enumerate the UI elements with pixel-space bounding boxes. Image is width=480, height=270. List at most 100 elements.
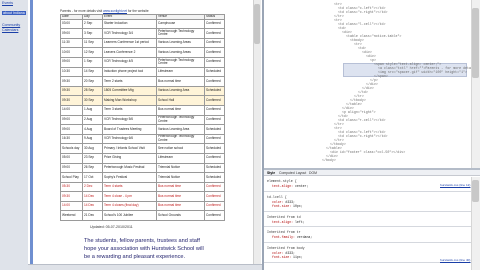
sidebar-item-calendars[interactable]: Calendars [2,28,18,32]
table-cell: Sophy's Festival [102,172,157,183]
table-cell: Confirmed [204,18,225,30]
style-property-value: verdana; [296,235,313,239]
table-cell: School's 100 Jubilee [102,210,157,222]
style-block-divider [264,226,471,227]
dom-node-line[interactable]: <td class="r-cell"></td> [338,118,385,122]
page-divider [30,0,33,270]
table-cell: Prize Giving [102,152,157,164]
table-row: 09:30 28 Sep 1805 Committee Mtg Various Lea… [60,85,225,97]
table-cell: Starter Induction [102,18,157,30]
site-sidebar [0,0,28,270]
table-cell: 20 Sep [82,76,103,87]
table-cell: 09:30 [60,85,83,97]
style-property[interactable]: font-family: verdana; [272,235,312,239]
style-property[interactable]: font-size: 11px; [272,255,303,259]
style-source-link-1[interactable]: hurstwick.css (line 12) [440,183,470,187]
table-cell: 09:00 [60,28,83,39]
style-property-value: 10px; [293,204,303,208]
table-row: 10:00 12 Sep Leavers Conference 2 Various L… [60,47,225,58]
table-row: Schools day 30 Aug Primary / Infants Schoo… [60,143,225,154]
table-cell: Term 4 closes (final day) [102,200,157,212]
updated-text: Updated: 05-07-2010/2011 [90,225,133,229]
table-cell: VCR Technology 5/6 [102,114,157,126]
table-cell: Confirmed [204,152,225,164]
table-cell: Confirmed [204,104,225,116]
table-cell: School Hall [156,95,205,106]
table-cell: Learners Conference 1st period [102,37,157,49]
table-cell: Confirmed [204,56,225,68]
table-cell: Various Learning Areas [156,37,205,49]
table-cell: Term 2 starts [102,76,157,87]
dom-tree-scrollbar-thumb[interactable] [472,8,479,78]
dom-node-line[interactable]: </body> [322,158,336,162]
dom-node-line[interactable]: <td class="c-right"></td> [338,134,387,138]
dom-node-line[interactable]: <td class="c-right"></td> [338,10,387,14]
sidebar-item-about[interactable]: about Indiana [2,11,26,15]
table-cell: Board of Trustees Meeting [102,124,157,135]
table-cell: Scheduled [204,143,225,154]
style-property-name: color [272,199,282,204]
table-cell: 12 Sep [82,47,103,58]
tab-computed[interactable]: Computed [279,171,295,175]
table-cell: Schools day [60,143,83,154]
table-row: 09:30 30 Sep Making Man Workshop School Hal… [60,95,225,106]
table-cell: Peterborough Technology Centre [156,56,205,68]
dom-node-line[interactable]: <img src="spacer.gif" width="100" height… [378,70,467,74]
table-cell: See notice school [156,143,205,154]
table-cell: 23 Sep [82,152,103,164]
table-body: 03:00 2 Sep Starter Induction Camphouse Conf… [60,18,225,222]
table-cell: Peterborough Technology Centre [156,133,205,145]
table-row: 05:00 23 Sep Prize Giving Lifestream Confirm… [60,152,225,164]
table-cell: Induction phone project tool [102,66,157,78]
table-cell: Various Learning Area [156,85,205,97]
table-cell: Bus normal time [156,76,205,87]
table-cell: 3 Sep [82,28,103,39]
style-source-link-2[interactable]: hurstwick.css (line 40) [440,258,470,262]
table-cell: Scheduled [204,172,225,183]
sidebar-item-events[interactable]: Events [2,1,13,5]
style-property-name: text-align [272,219,292,224]
table-row: 09:00 26 Sep Peterborough Music Festival Tr… [60,162,225,174]
tab-style[interactable]: Style [267,171,275,175]
table-cell: 30 Sep [82,95,103,106]
table-cell: 30 Aug [82,143,103,154]
table-cell: Bus normal time [156,200,205,212]
table-cell: Confirmed [204,47,225,58]
table-cell: Confirmed [204,95,225,106]
style-property-value: #333; [285,199,295,204]
styles-scrollbar-thumb[interactable] [472,180,479,202]
tab-dom[interactable]: DOM [309,171,317,175]
style-property-name: text-align [272,184,292,188]
page-scrollbar-thumb[interactable] [254,4,260,44]
table-cell: Confirmed [204,210,225,222]
style-property[interactable]: font-size: 10px; [272,204,303,208]
footer-line-3: be a rewarding and pleasant experience. [84,254,186,260]
style-block-divider [264,210,471,211]
table-cell: Confirmed [204,181,225,193]
table-cell: 10:30 [60,66,83,78]
style-property[interactable]: color: #333; [272,200,295,204]
table-cell: Making Man Workshop [102,95,157,106]
table-row: Weekend 21 Dec School's 100 Jubilee School … [60,210,225,222]
tab-layout[interactable]: Layout [296,171,306,175]
notice-line: Parents - for more details visit www.sun… [60,9,149,13]
table-cell: 2 Dec [82,181,103,193]
table-cell: 9 Aug [82,133,103,145]
table-cell: Bus normal time [156,181,205,193]
style-property-value: left; [294,219,305,224]
style-property[interactable]: color: #333; [272,251,295,255]
style-property[interactable]: text-align: left; [272,220,305,224]
style-property[interactable]: text-align: center; [272,184,308,188]
table-cell: Confirmed [204,191,225,202]
style-block-divider [264,241,471,242]
notice-link[interactable]: www.sunlight.net [103,9,127,13]
table-cell: Triennial Notice [156,162,205,174]
style-selector: Inherited from body [267,245,305,250]
table-cell: School Grounds [156,210,205,222]
table-row: 09:00 2 Aug VCR Technology 5/6 Peterborough… [60,114,225,126]
sidebar-item-community[interactable]: Community [2,23,20,27]
table-cell: Lifestream [156,66,205,78]
table-cell: 09:00 [60,56,83,68]
dom-node-line[interactable]: <div id="footer" class="col-50"></div> [330,150,405,154]
table-cell: 03:00 [60,18,83,30]
